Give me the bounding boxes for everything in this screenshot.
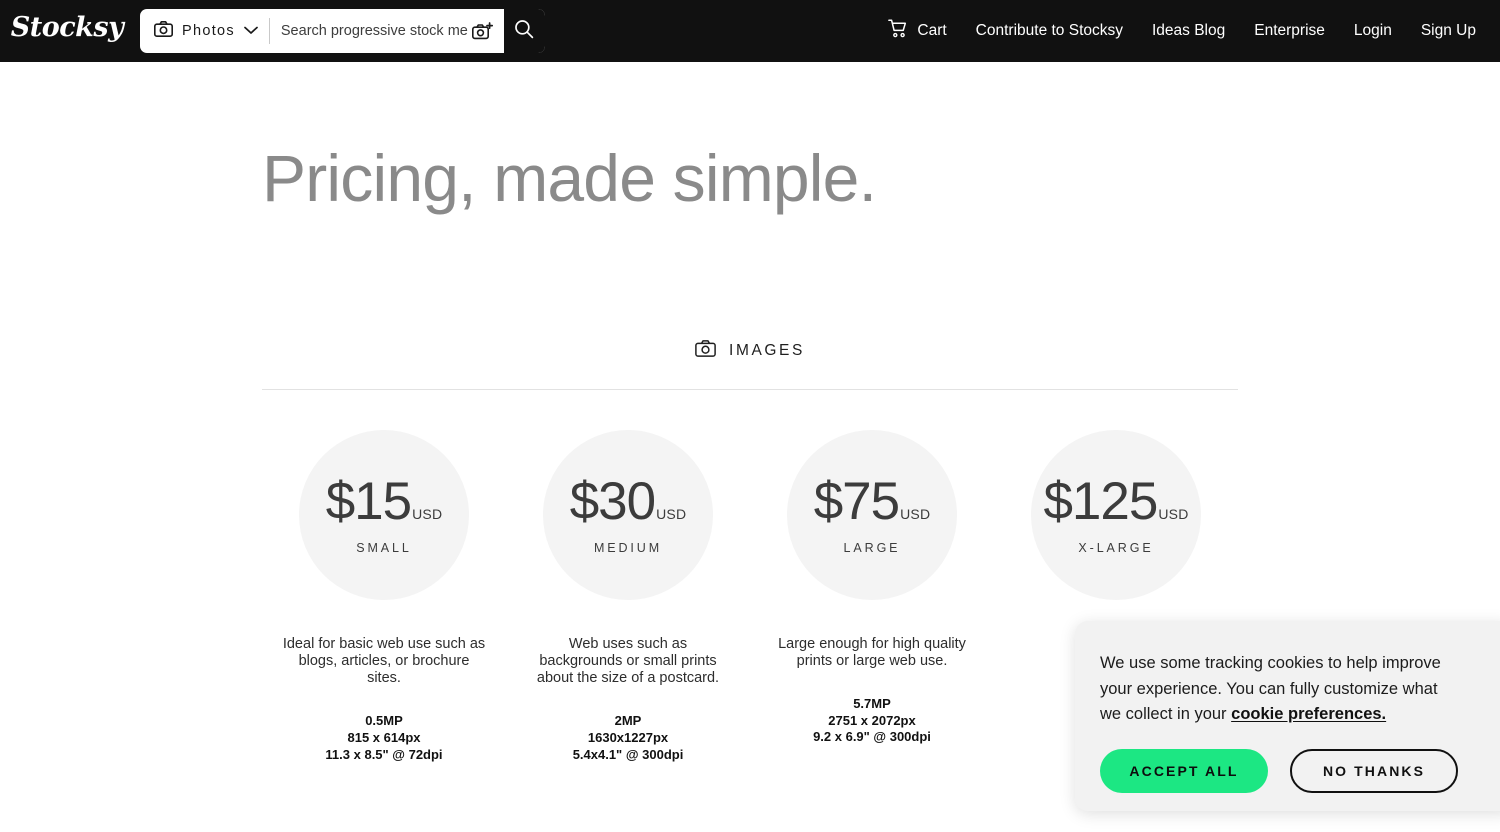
price-row: $75 USD [814, 475, 931, 528]
site-header: Stocksy Photos Search progressive stock … [0, 0, 1500, 62]
price-circle[interactable]: $15 USD SMALL [299, 430, 469, 600]
pricing-tier-small: $15 USD SMALL Ideal for basic web use su… [262, 430, 506, 763]
cookie-preferences-link[interactable]: cookie preferences. [1231, 705, 1386, 723]
spec-print: 5.4x4.1" @ 300dpi [572, 746, 684, 762]
pricing-page: Stocksy Photos Search progressive stock … [0, 0, 1500, 832]
search-submit-button[interactable] [503, 9, 545, 53]
chevron-down-icon [244, 22, 258, 40]
price-amount: $75 [813, 472, 900, 531]
search-input[interactable] [280, 23, 468, 39]
search-bar: Photos [140, 9, 545, 53]
nav-item-cart[interactable]: Cart [888, 19, 947, 43]
section-title: IMAGES [729, 342, 805, 359]
tier-description: Web uses such as backgrounds or small pr… [536, 636, 720, 687]
spec-megapixels: 2MP [614, 713, 642, 729]
logo-text: Stocksy [10, 11, 124, 43]
price-currency: USD [900, 506, 931, 522]
nav-item-ideas-blog[interactable]: Ideas Blog [1152, 22, 1225, 40]
size-label: MEDIUM [593, 541, 663, 555]
price-amount: $15 [325, 472, 412, 531]
page-title: Pricing, made simple. [262, 141, 877, 215]
nav-item-login[interactable]: Login [1354, 22, 1392, 40]
tier-specs: 5.7MP 2751 x 2072px 9.2 x 6.9" @ 300dpi [813, 696, 931, 746]
price-row: $125 USD [1043, 475, 1188, 528]
main-navigation: Cart Contribute to Stocksy Ideas Blog En… [888, 0, 1476, 62]
cookie-consent-banner: We use some tracking cookies to help imp… [1075, 621, 1500, 811]
price-circle[interactable]: $30 USD MEDIUM [543, 430, 713, 600]
price-circle[interactable]: $125 USD X-LARGE [1031, 430, 1201, 600]
search-field-wrapper [270, 9, 504, 53]
nav-item-signup[interactable]: Sign Up [1421, 22, 1476, 40]
nav-label-cart: Cart [917, 22, 947, 39]
spec-print: 11.3 x 8.5" @ 72dpi [325, 746, 443, 762]
accept-all-button[interactable]: ACCEPT ALL [1100, 748, 1268, 793]
pricing-tier-medium: $30 USD MEDIUM Web uses such as backgrou… [506, 430, 750, 763]
tier-description: Ideal for basic web use such as blogs, a… [282, 636, 486, 687]
cookie-banner-actions: ACCEPT ALL NO THANKS [1100, 748, 1500, 793]
price-currency: USD [412, 506, 443, 522]
spec-pixels: 2751 x 2072px [828, 712, 916, 728]
spec-megapixels: 5.7MP [853, 696, 891, 712]
camera-icon [154, 20, 173, 42]
price-currency: USD [656, 506, 687, 522]
price-amount: $125 [1043, 472, 1158, 531]
search-icon [514, 19, 534, 44]
section-divider [262, 389, 1238, 390]
category-dropdown[interactable]: Photos [140, 9, 269, 53]
price-currency: USD [1158, 506, 1189, 522]
category-label: Photos [182, 23, 235, 39]
spec-pixels: 1630x1227px [587, 729, 669, 745]
price-row: $30 USD [570, 475, 687, 528]
tier-specs: 2MP 1630x1227px 5.4x4.1" @ 300dpi [573, 713, 684, 763]
camera-plus-icon[interactable] [468, 21, 498, 41]
price-amount: $30 [569, 472, 656, 531]
tier-specs: 0.5MP 815 x 614px 11.3 x 8.5" @ 72dpi [325, 713, 442, 763]
section-header-images: IMAGES [0, 340, 1500, 362]
size-label: X-LARGE [1078, 541, 1154, 555]
spec-pixels: 815 x 614px [347, 729, 421, 745]
no-thanks-button[interactable]: NO THANKS [1290, 748, 1458, 793]
spec-megapixels: 0.5MP [365, 713, 403, 729]
camera-icon [695, 340, 716, 362]
stocksy-logo[interactable]: Stocksy [10, 6, 124, 48]
size-label: SMALL [356, 541, 412, 555]
tier-description: Large enough for high quality prints or … [778, 636, 966, 670]
spec-print: 9.2 x 6.9" @ 300dpi [813, 729, 931, 745]
nav-item-contribute[interactable]: Contribute to Stocksy [976, 22, 1123, 40]
size-label: LARGE [843, 541, 901, 555]
price-row: $15 USD [326, 475, 443, 528]
pricing-tier-large: $75 USD LARGE Large enough for high qual… [750, 430, 994, 763]
nav-item-enterprise[interactable]: Enterprise [1254, 22, 1325, 40]
cookie-banner-text: We use some tracking cookies to help imp… [1100, 651, 1460, 728]
price-circle[interactable]: $75 USD LARGE [787, 430, 957, 600]
cart-icon [888, 19, 908, 43]
